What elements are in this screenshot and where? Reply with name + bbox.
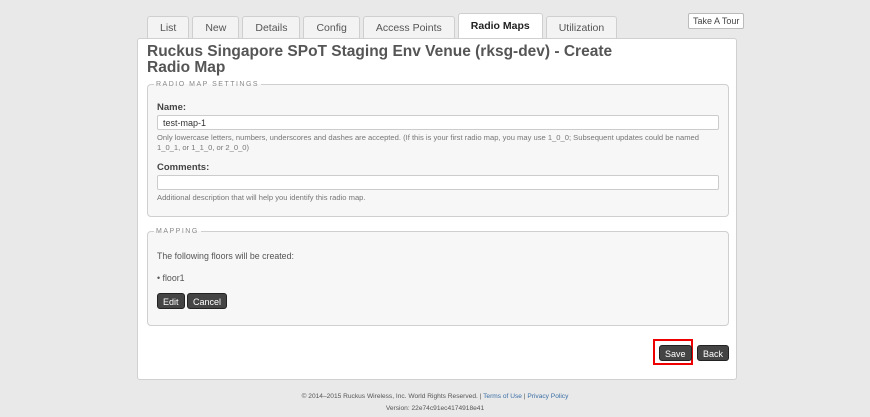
tab-list[interactable]: List (147, 16, 190, 38)
edit-button[interactable]: Edit (157, 293, 185, 309)
section-legend: RADIO MAP SETTINGS (156, 81, 260, 88)
tab-config[interactable]: Config (303, 16, 360, 38)
tab-bar: List New Details Config Access Points Ra… (147, 13, 618, 39)
privacy-link[interactable]: Privacy Policy (527, 393, 568, 400)
footer-version: Version: 22e74c91ec4174918e41 (385, 405, 485, 412)
tab-access-points[interactable]: Access Points (362, 16, 455, 38)
tab-details[interactable]: Details (242, 16, 301, 38)
mapping-intro: The following floors will be created: (157, 251, 294, 261)
tab-utilization[interactable]: Utilization (545, 16, 618, 38)
comments-help-text: Additional description that will help yo… (157, 193, 366, 202)
floor-name: floor1 (162, 273, 185, 283)
radio-map-settings-section: RADIO MAP SETTINGS Name: test-map-1 Only… (147, 81, 729, 217)
list-item: • floor1 (157, 273, 185, 283)
tab-radio-maps[interactable]: Radio Maps (457, 13, 543, 39)
comments-input[interactable] (157, 175, 719, 190)
main-panel: Ruckus Singapore SPoT Staging Env Venue … (137, 38, 737, 380)
tab-new[interactable]: New (192, 16, 240, 38)
save-button[interactable]: Save (659, 345, 692, 361)
take-a-tour-button[interactable]: Take A Tour (688, 13, 745, 29)
cancel-button[interactable]: Cancel (187, 293, 228, 309)
mapping-section: MAPPING The following floors will be cre… (147, 228, 729, 326)
name-label: Name: (157, 102, 187, 113)
page-title: Ruckus Singapore SPoT Staging Env Venue … (147, 43, 613, 76)
back-button[interactable]: Back (697, 345, 730, 361)
terms-link[interactable]: Terms of Use (483, 393, 522, 400)
copyright-text: © 2014–2015 Ruckus Wireless, Inc. World … (301, 393, 482, 400)
name-help-text: Only lowercase letters, numbers, undersc… (157, 133, 699, 152)
name-input[interactable]: test-map-1 (157, 115, 719, 130)
footer-separator: | (523, 393, 526, 400)
comments-label: Comments: (157, 162, 210, 173)
section-legend: MAPPING (156, 228, 199, 235)
footer-copyright: © 2014–2015 Ruckus Wireless, Inc. World … (0, 393, 870, 400)
